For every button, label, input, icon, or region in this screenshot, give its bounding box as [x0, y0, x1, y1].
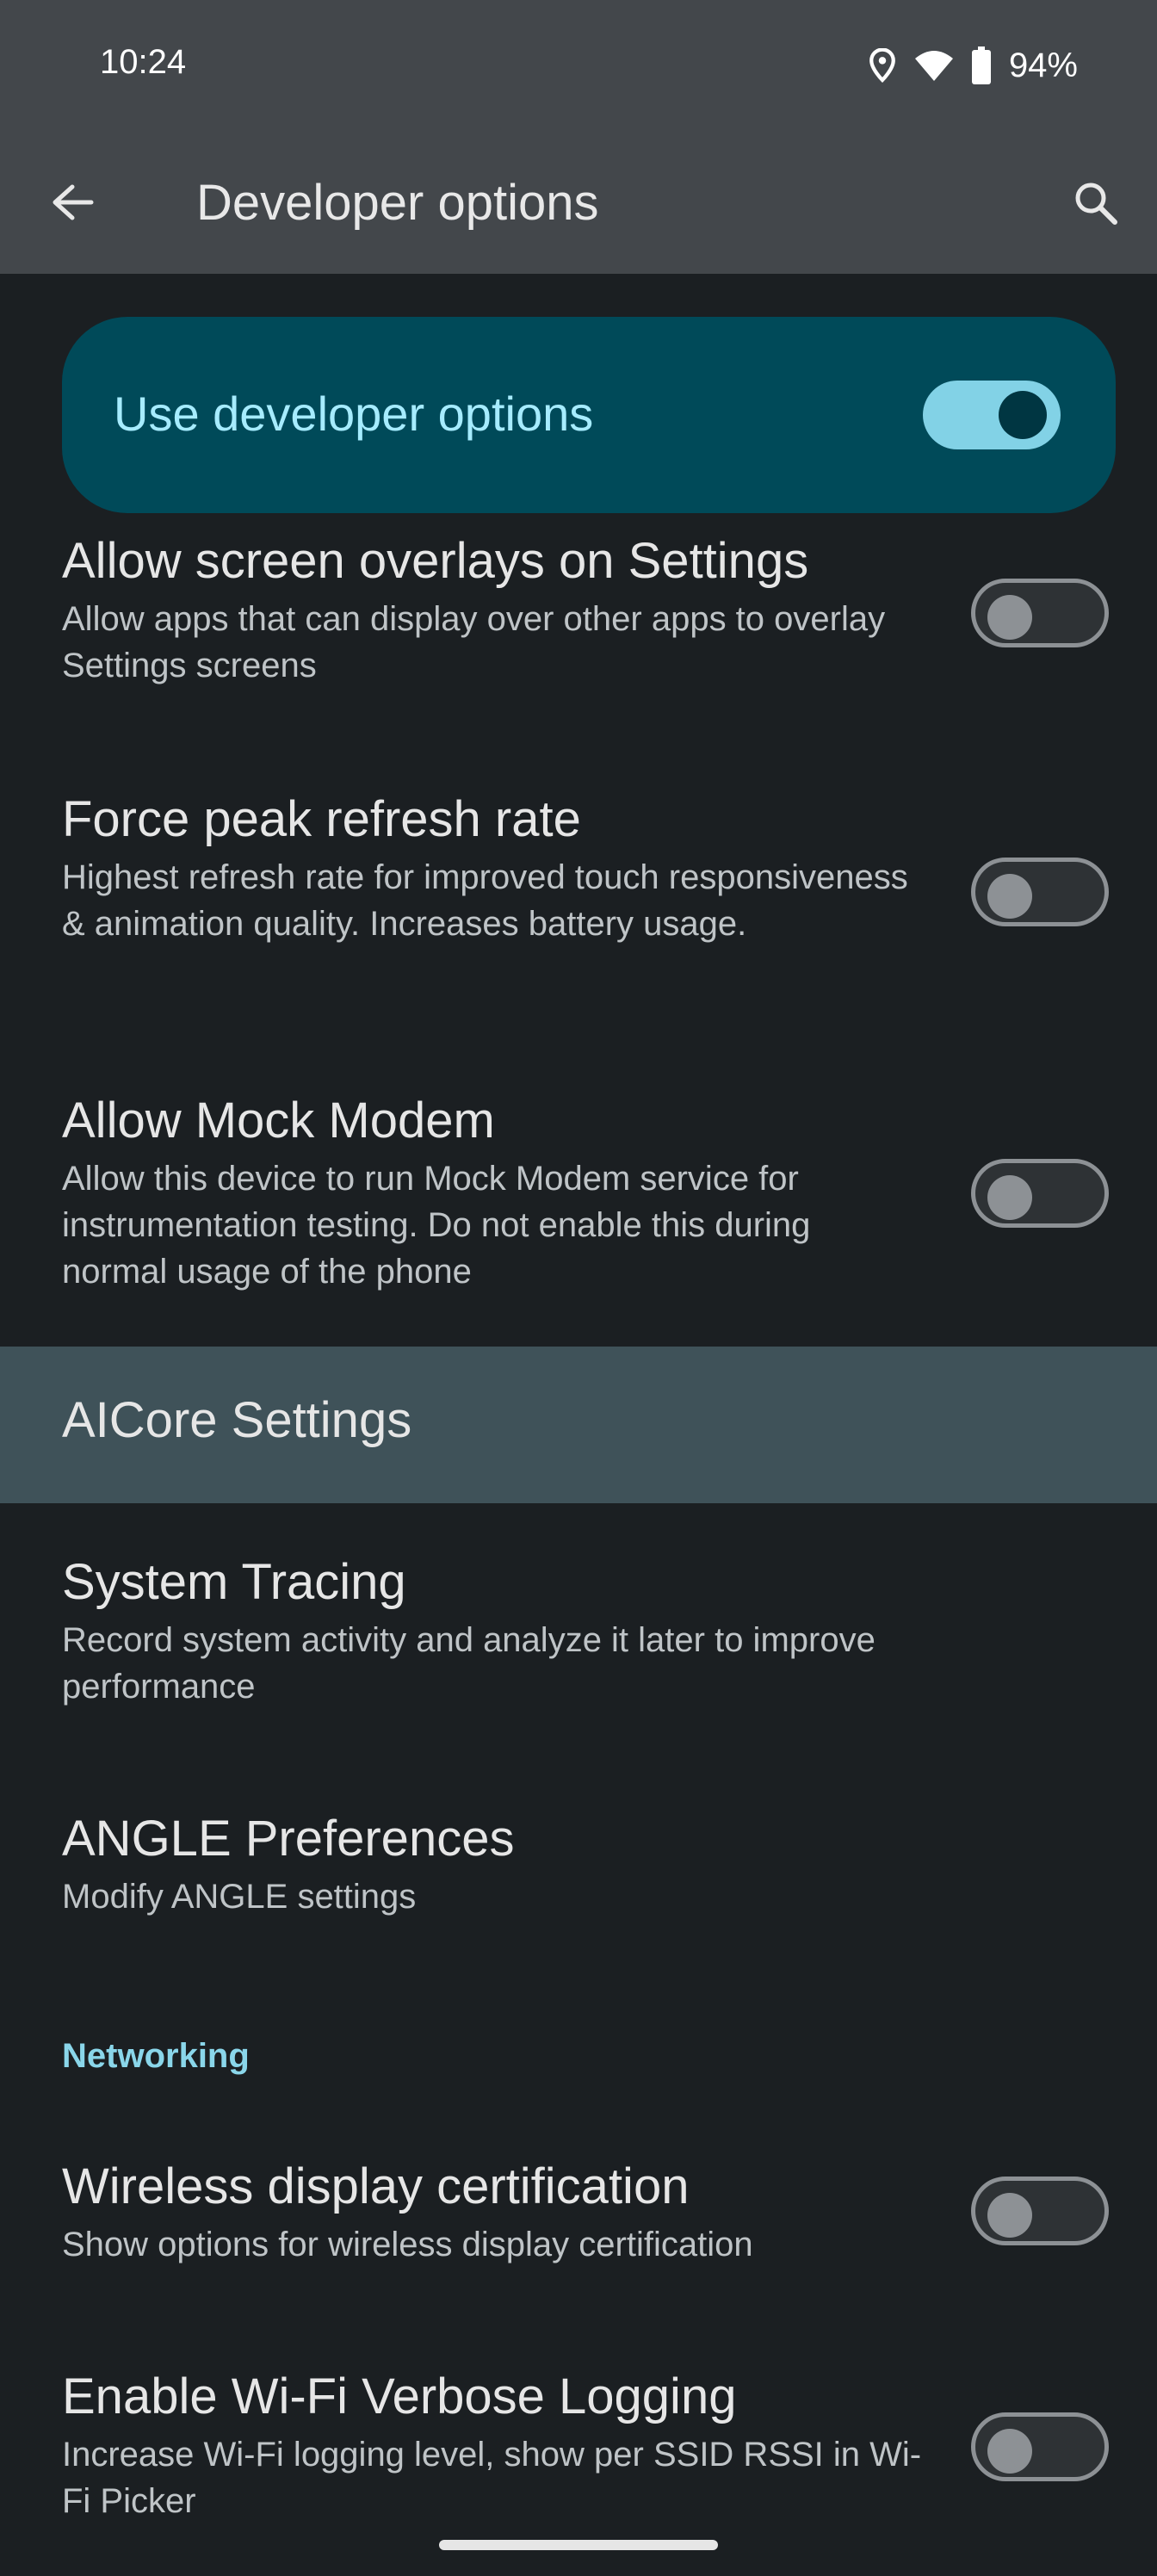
main-switch-label: Use developer options [114, 387, 594, 441]
page-title: Developer options [196, 175, 599, 231]
toggle-knob [987, 2429, 1032, 2474]
force-peak-refresh-rate-toggle[interactable] [971, 858, 1109, 926]
setting-allow-mock-modem[interactable]: Allow Mock Modem Allow this device to ru… [62, 1088, 923, 1295]
use-developer-options-switch[interactable]: Use developer options [62, 317, 1116, 513]
search-icon [1072, 179, 1118, 230]
setting-title: ANGLE Preferences [62, 1811, 515, 1867]
allow-mock-modem-toggle[interactable] [971, 1159, 1109, 1228]
gesture-nav-handle[interactable] [439, 2540, 718, 2550]
app-bar: Developer options [0, 134, 1157, 274]
setting-title: System Tracing [62, 1554, 406, 1610]
setting-subtitle: Allow this device to run Mock Modem serv… [62, 1160, 811, 1291]
setting-title: Force peak refresh rate [62, 791, 581, 847]
section-header-networking: Networking [62, 2037, 250, 2075]
setting-force-peak-refresh-rate[interactable]: Force peak refresh rate Highest refresh … [62, 787, 923, 947]
toggle-knob [987, 1175, 1032, 1220]
toggle-knob [987, 2193, 1032, 2238]
arrow-left-icon [50, 183, 95, 226]
setting-title: Enable Wi-Fi Verbose Logging [62, 2369, 737, 2424]
battery-percentage: 94% [1008, 46, 1078, 84]
location-icon [868, 48, 897, 83]
battery-icon [971, 46, 992, 84]
back-button[interactable] [45, 176, 100, 232]
main-toggle[interactable] [923, 381, 1061, 449]
wifi-icon [914, 48, 954, 83]
setting-system-tracing[interactable]: System Tracing Record system activity an… [62, 1550, 923, 1710]
status-icons: 94% [868, 40, 1078, 91]
setting-allow-screen-overlays[interactable]: Allow screen overlays on Settings Allow … [62, 529, 923, 689]
setting-subtitle: Increase Wi-Fi logging level, show per S… [62, 2436, 922, 2520]
setting-subtitle: Modify ANGLE settings [62, 1878, 417, 1916]
setting-subtitle: Allow apps that can display over other a… [62, 600, 886, 684]
setting-wifi-verbose-logging[interactable]: Enable Wi-Fi Verbose Logging Increase Wi… [62, 2364, 923, 2524]
setting-wireless-display-certification[interactable]: Wireless display certification Show opti… [62, 2154, 923, 2268]
wifi-verbose-logging-toggle[interactable] [971, 2412, 1109, 2481]
toggle-knob [987, 874, 1032, 919]
setting-angle-preferences[interactable]: ANGLE Preferences Modify ANGLE settings [62, 1806, 923, 1920]
setting-title: Wireless display certification [62, 2158, 690, 2214]
status-bar: 10:24 94% [0, 0, 1157, 134]
setting-title: AICore Settings [62, 1392, 412, 1448]
toggle-knob [999, 391, 1047, 439]
setting-subtitle: Show options for wireless display certif… [62, 2226, 753, 2263]
search-button[interactable] [1067, 176, 1123, 232]
toggle-knob [987, 595, 1032, 640]
allow-screen-overlays-toggle[interactable] [971, 579, 1109, 647]
setting-subtitle: Record system activity and analyze it la… [62, 1621, 875, 1706]
status-time: 10:24 [100, 43, 187, 81]
setting-title: Allow Mock Modem [62, 1093, 495, 1149]
setting-aicore-settings[interactable]: AICore Settings [0, 1347, 1157, 1503]
setting-title: Allow screen overlays on Settings [62, 533, 809, 589]
setting-subtitle: Highest refresh rate for improved touch … [62, 858, 908, 943]
wireless-display-certification-toggle[interactable] [971, 2177, 1109, 2245]
